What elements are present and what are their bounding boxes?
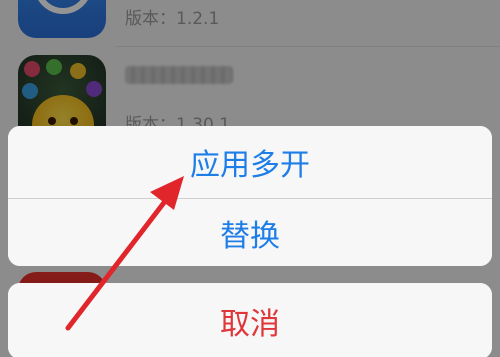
annotation-arrow-icon <box>65 176 184 331</box>
